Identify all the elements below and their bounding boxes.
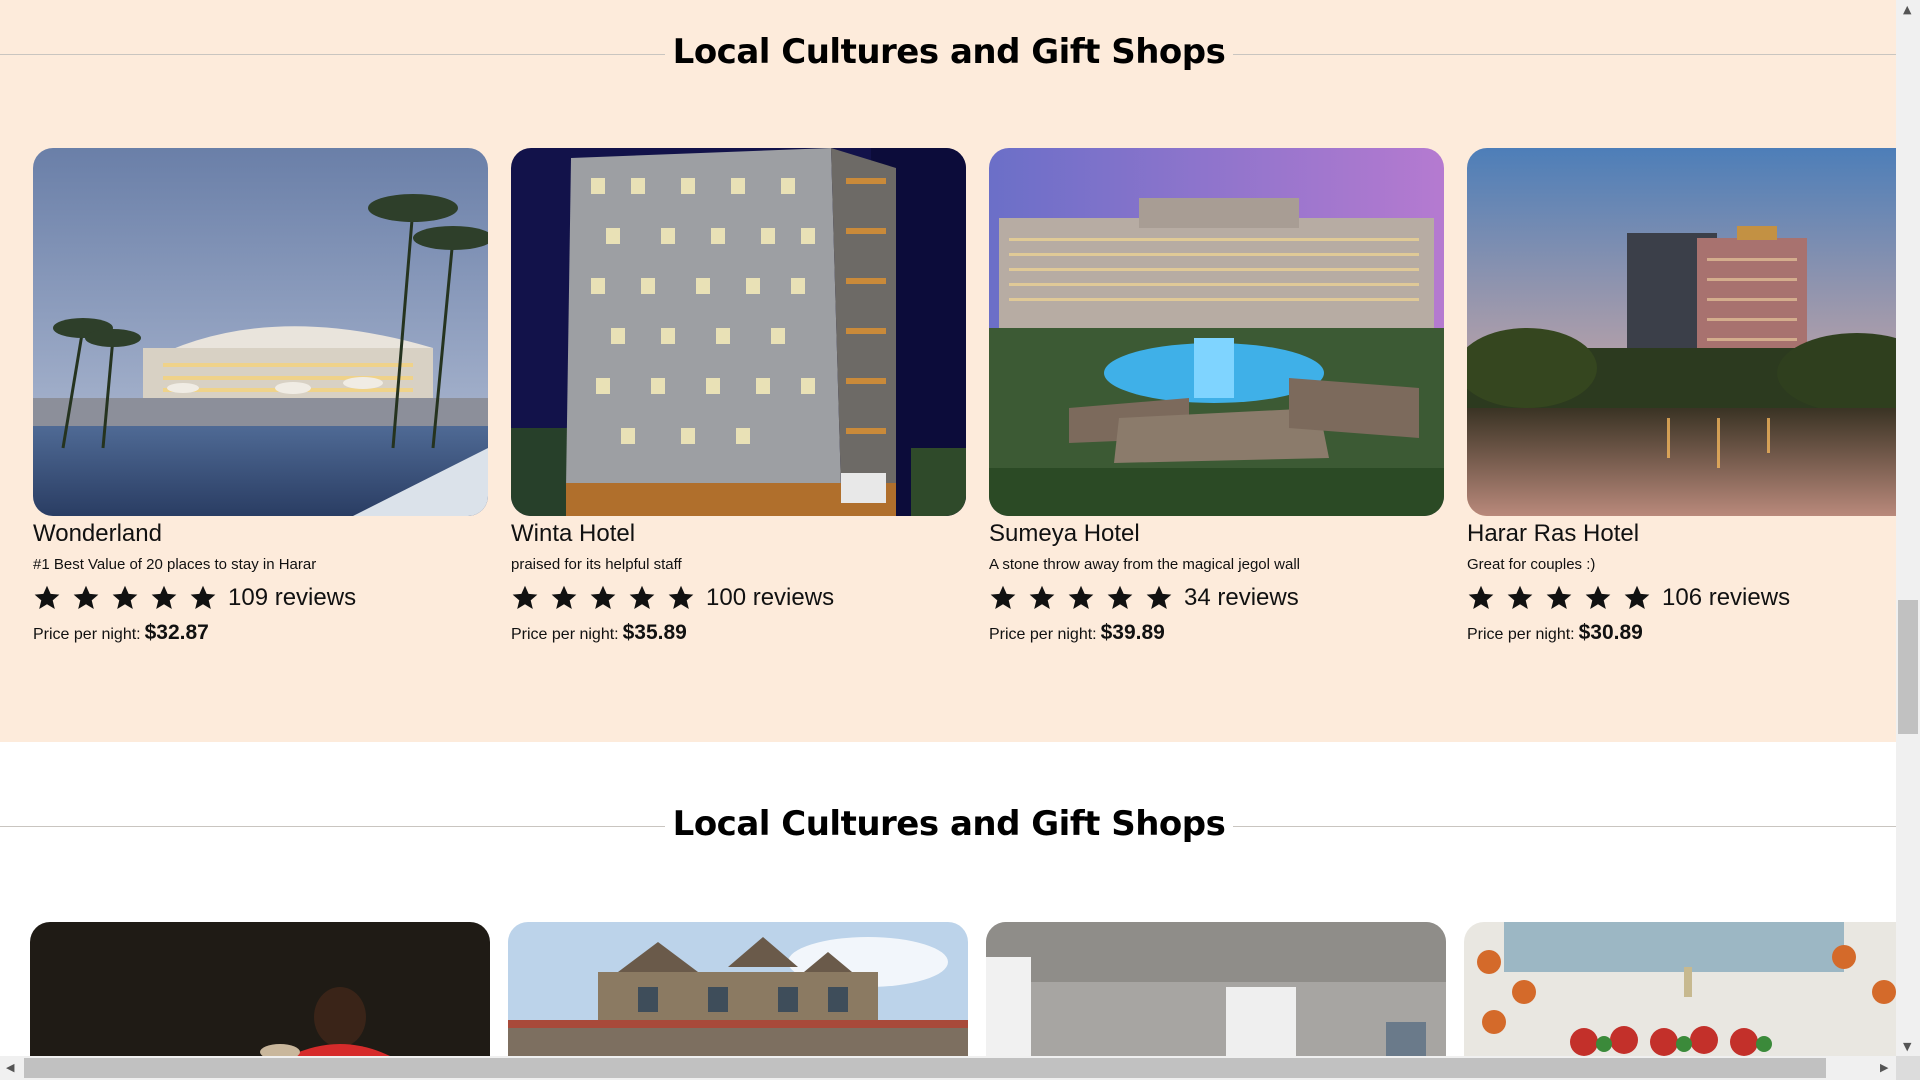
- hotel-tagline: #1 Best Value of 20 places to stay in Ha…: [33, 556, 317, 573]
- scroll-up-icon[interactable]: ▲: [1903, 3, 1911, 16]
- review-count: 34 reviews: [1184, 584, 1299, 611]
- scroll-down-icon[interactable]: ▼: [1903, 1040, 1911, 1053]
- star-icon: [512, 585, 538, 609]
- hotel-card[interactable]: Sumeya Hotel A stone throw away from the…: [989, 148, 1444, 645]
- hotel-image-palace-resort-pool[interactable]: [989, 148, 1444, 516]
- star-rating: [33, 584, 228, 612]
- star-icon: [1107, 585, 1133, 609]
- hotels-section: Local Cultures and Gift Shops Wonderland…: [0, 0, 1896, 742]
- hotel-name[interactable]: Harar Ras Hotel: [1467, 520, 1896, 548]
- shop-image-white-interior-columns[interactable]: [986, 922, 1446, 1056]
- shop-image-historic-wooden-house[interactable]: [508, 922, 968, 1056]
- price-amount: $39.89: [1100, 621, 1165, 644]
- heading-divider-right: [1233, 826, 1896, 827]
- vertical-scrollbar[interactable]: [1896, 0, 1920, 1056]
- horizontal-scrollbar-thumb[interactable]: [24, 1058, 1826, 1078]
- heading-divider-left: [0, 826, 665, 827]
- star-rating: [989, 584, 1184, 612]
- price-amount: $30.89: [1578, 621, 1643, 644]
- hotel-tagline: A stone throw away from the magical jego…: [989, 556, 1300, 573]
- star-icon: [1468, 585, 1494, 609]
- star-icon: [190, 585, 216, 609]
- hotel-rating: 106 reviews: [1467, 583, 1896, 613]
- star-icon: [34, 585, 60, 609]
- star-icon: [1585, 585, 1611, 609]
- hotel-card[interactable]: Winta Hotel praised for its helpful staf…: [511, 148, 966, 645]
- vertical-scrollbar-thumb[interactable]: [1898, 600, 1918, 734]
- hotel-card[interactable]: Wonderland #1 Best Value of 20 places to…: [33, 148, 488, 645]
- review-count: 100 reviews: [706, 584, 835, 611]
- price-label: Price per night:: [989, 626, 1097, 643]
- hotel-card[interactable]: Harar Ras Hotel Great for couples :) 106…: [1467, 148, 1896, 645]
- review-count: 106 reviews: [1662, 584, 1791, 611]
- hotel-name[interactable]: Winta Hotel: [511, 520, 966, 548]
- hotel-name[interactable]: Sumeya Hotel: [989, 520, 1444, 548]
- star-icon: [1068, 585, 1094, 609]
- shop-image-man-night-portrait[interactable]: [30, 922, 490, 1056]
- heading-divider-left: [0, 54, 665, 55]
- price-per-night: Price per night: $39.89: [989, 621, 1444, 645]
- price-per-night: Price per night: $35.89: [511, 621, 966, 645]
- star-icon: [1029, 585, 1055, 609]
- star-icon: [990, 585, 1016, 609]
- hotel-name[interactable]: Wonderland: [33, 520, 488, 548]
- star-icon: [629, 585, 655, 609]
- shop-image-decorated-room-baskets[interactable]: [1464, 922, 1896, 1056]
- price-per-night: Price per night: $30.89: [1467, 621, 1896, 645]
- hotel-rating: 100 reviews: [511, 583, 966, 613]
- section-title: Local Cultures and Gift Shops: [672, 32, 1226, 72]
- star-icon: [1546, 585, 1572, 609]
- star-icon: [1146, 585, 1172, 609]
- price-label: Price per night:: [33, 626, 141, 643]
- section-heading-row: Local Cultures and Gift Shops: [0, 796, 1896, 856]
- scrollbar-corner: [1896, 1056, 1920, 1080]
- star-icon: [73, 585, 99, 609]
- hotel-image-tower-night[interactable]: [511, 148, 966, 516]
- heading-divider-right: [1233, 54, 1896, 55]
- hotel-image-resort-pool-palms[interactable]: [33, 148, 488, 516]
- star-icon: [151, 585, 177, 609]
- star-icon: [1507, 585, 1533, 609]
- price-label: Price per night:: [511, 626, 619, 643]
- review-count: 109 reviews: [228, 584, 357, 611]
- star-icon: [668, 585, 694, 609]
- star-icon: [590, 585, 616, 609]
- scroll-right-icon[interactable]: ▶: [1880, 1061, 1888, 1074]
- hotel-image-lakeside-tower-sunset[interactable]: [1467, 148, 1896, 516]
- hotel-rating: 34 reviews: [989, 583, 1444, 613]
- star-icon: [1624, 585, 1650, 609]
- star-icon: [551, 585, 577, 609]
- hotel-tagline: praised for its helpful staff: [511, 556, 682, 573]
- hotel-rating: 109 reviews: [33, 583, 488, 613]
- price-amount: $35.89: [622, 621, 687, 644]
- scroll-left-icon[interactable]: ◀: [6, 1061, 14, 1074]
- section-title: Local Cultures and Gift Shops: [672, 804, 1226, 844]
- price-per-night: Price per night: $32.87: [33, 621, 488, 645]
- star-icon: [112, 585, 138, 609]
- price-label: Price per night:: [1467, 626, 1575, 643]
- page-viewport: Local Cultures and Gift Shops Wonderland…: [0, 0, 1896, 1056]
- price-amount: $32.87: [144, 621, 209, 644]
- star-rating: [1467, 584, 1662, 612]
- section-heading-row: Local Cultures and Gift Shops: [0, 24, 1896, 84]
- hotel-tagline: Great for couples :): [1467, 556, 1596, 573]
- star-rating: [511, 584, 706, 612]
